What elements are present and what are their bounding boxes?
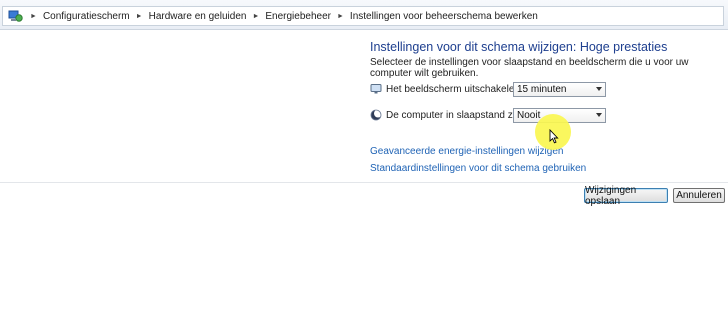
advanced-settings-link[interactable]: Geavanceerde energie-instellingen wijzig… [370,146,563,157]
breadcrumb-item-current[interactable]: ► Instellingen voor beheerschema bewerke… [331,11,538,22]
save-button[interactable]: Wijzigingen opslaan [584,185,668,207]
chevron-right-icon: ► [135,12,143,20]
display-off-row: Het beeldscherm uitschakelen na: [370,83,537,95]
page-subtitle: Selecteer de instellingen voor slaapstan… [370,57,689,79]
breadcrumb-label[interactable]: Hardware en geluiden [149,11,247,22]
chevron-down-icon [596,113,602,117]
breadcrumb-label[interactable]: Configuratiescherm [43,11,130,22]
breadcrumb-label: Instellingen voor beheerschema bewerken [349,10,538,22]
display-off-value: 15 minuten [517,84,567,95]
chevron-down-icon [596,87,602,91]
address-bar: ► Configuratiescherm ► Hardware en gelui… [0,0,728,30]
control-panel-icon [8,10,23,22]
cancel-button[interactable]: Annuleren [673,188,725,203]
breadcrumb[interactable]: ► Configuratiescherm ► Hardware en gelui… [2,6,724,26]
restore-defaults-link[interactable]: Standaardinstellingen voor dit schema ge… [370,163,586,174]
divider [0,182,728,183]
breadcrumb-item-energiebeheer[interactable]: ► Energiebeheer [246,11,331,22]
chevron-right-icon: ► [252,12,260,20]
sleep-value: Nooit [517,110,541,121]
breadcrumb-label[interactable]: Energiebeheer [265,11,331,22]
breadcrumb-item-configuratiescherm[interactable]: ► Configuratiescherm [24,11,130,22]
page-title: Instellingen voor dit schema wijzigen: H… [370,40,668,54]
moon-icon [370,109,382,121]
chevron-right-icon: ► [336,12,344,20]
display-off-select[interactable]: 15 minuten [513,82,606,97]
breadcrumb-item-hardware[interactable]: ► Hardware en geluiden [130,11,247,22]
mouse-pointer-icon [549,129,559,144]
chevron-right-icon: ► [30,12,37,20]
monitor-icon [370,84,382,94]
